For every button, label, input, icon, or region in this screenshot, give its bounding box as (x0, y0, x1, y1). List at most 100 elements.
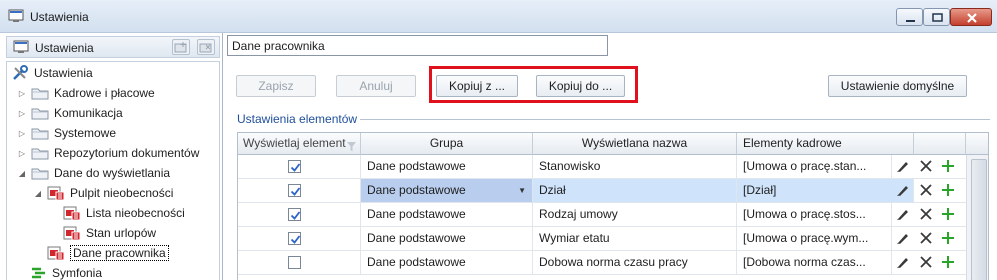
table-row[interactable]: Dane podstawowe Wymiar etatu [Umowa o pr… (238, 227, 988, 251)
display-name-cell[interactable]: Wymiar etatu (533, 227, 737, 250)
expand-icon[interactable]: ▷ (17, 149, 27, 158)
collapse-icon[interactable]: ◢ (33, 189, 43, 198)
add-plus-icon[interactable] (941, 255, 955, 272)
minimize-button[interactable] (896, 8, 923, 26)
edit-pencil-icon[interactable] (895, 255, 909, 272)
display-name-cell[interactable]: Dobowa norma czasu pracy (533, 251, 737, 274)
section-title: Ustawienia elementów (237, 112, 358, 126)
hr-elements-cell[interactable]: [Dobowa norma czas... (737, 251, 892, 274)
table-row[interactable]: Dane podstawowe Rodzaj umowy [Umowa o pr… (238, 203, 988, 227)
cancel-button[interactable]: Anuluj (336, 75, 416, 97)
tree-item-pulpit-nieobecnosci[interactable]: ◢ Pulpit nieobecności (33, 183, 173, 203)
expand-icon[interactable]: ▷ (17, 89, 27, 98)
delete-x-icon[interactable] (919, 231, 933, 248)
add-plus-icon[interactable] (941, 183, 955, 200)
tree-item-systemowe[interactable]: ▷ Systemowe (17, 123, 116, 143)
column-header-display-name[interactable]: Wyświetlana nazwa (533, 133, 737, 155)
vertical-scrollbar[interactable] (966, 155, 988, 280)
tree-item-komunikacja[interactable]: ▷ Komunikacja (17, 103, 123, 123)
column-header-group[interactable]: Grupa (361, 133, 533, 155)
display-cell (238, 251, 361, 274)
expand-icon[interactable]: ▷ (17, 129, 27, 138)
display-cell (238, 227, 361, 250)
default-settings-button[interactable]: Ustawienie domyślne (828, 75, 967, 97)
group-cell[interactable]: Dane podstawowe (361, 227, 533, 250)
close-button[interactable] (950, 8, 992, 26)
tree-header-label: Ustawienia (35, 41, 94, 55)
tree-item-symfonia[interactable]: Symfonia (31, 263, 102, 280)
group-combo[interactable]: Dane podstawowe ▼ (361, 179, 533, 202)
settings-page-icon (63, 225, 81, 241)
column-header-display[interactable]: Wyświetlaj element (238, 133, 361, 155)
tree-item-kadrowe[interactable]: ▷ Kadrowe i płacowe (17, 83, 155, 103)
table-row[interactable]: Dane podstawowe Dobowa norma czasu pracy… (238, 251, 988, 275)
display-cell (238, 203, 361, 226)
edit-pencil-icon[interactable] (895, 183, 909, 200)
new-folder-button[interactable] (172, 39, 190, 55)
tree-item-root[interactable]: Ustawienia (11, 63, 93, 83)
settings-tree: Ustawienia ▷ Kadrowe i płacowe ▷ Komunik… (6, 61, 220, 280)
chevron-down-icon[interactable]: ▼ (518, 179, 526, 202)
group-cell[interactable]: Dane podstawowe (361, 251, 533, 274)
delete-x-icon[interactable] (919, 207, 933, 224)
folder-icon (31, 106, 49, 120)
maximize-button[interactable] (923, 8, 950, 26)
group-cell[interactable]: Dane podstawowe (361, 155, 533, 178)
app-icon (8, 9, 24, 23)
delete-x-icon[interactable] (919, 183, 933, 200)
display-checkbox[interactable] (288, 160, 301, 173)
collapse-icon[interactable]: ◢ (17, 169, 27, 178)
scrollbar-thumb[interactable] (971, 159, 987, 280)
group-cell[interactable]: Dane podstawowe (361, 203, 533, 226)
delete-x-icon[interactable] (919, 159, 933, 176)
table-row[interactable]: Dane podstawowe Stanowisko [Umowa o prac… (238, 155, 988, 179)
display-name-cell[interactable]: Dział (533, 179, 737, 202)
display-checkbox[interactable] (288, 208, 301, 221)
copy-to-button[interactable]: Kopiuj do ... (536, 75, 625, 97)
section-divider (360, 119, 990, 120)
elements-grid: Wyświetlaj element Grupa Wyświetlana naz… (237, 132, 989, 280)
copy-from-button[interactable]: Kopiuj z ... (436, 75, 518, 97)
tree-item-lista-nieobecnosci[interactable]: Lista nieobecności (63, 203, 185, 223)
tree-item-dane-pracownika[interactable]: Dane pracownika (47, 243, 169, 263)
edit-pencil-icon[interactable] (895, 159, 909, 176)
delete-x-icon[interactable] (919, 255, 933, 272)
settings-page-icon (47, 245, 65, 261)
settings-name-field[interactable]: Dane pracownika (227, 35, 608, 56)
column-header-hr-elements[interactable]: Elementy kadrowe (737, 133, 914, 155)
folder-icon (31, 86, 49, 100)
add-plus-icon[interactable] (941, 207, 955, 224)
display-name-cell[interactable]: Rodzaj umowy (533, 203, 737, 226)
tree-item-repozytorium[interactable]: ▷ Repozytorium dokumentów (17, 143, 199, 163)
expand-icon[interactable]: ▷ (17, 109, 27, 118)
settings-page-icon (63, 205, 81, 221)
display-checkbox[interactable] (288, 256, 301, 269)
edit-pencil-icon[interactable] (895, 207, 909, 224)
delete-folder-button[interactable] (197, 39, 215, 55)
hr-elements-cell[interactable]: [Dział] (737, 179, 914, 202)
add-plus-icon[interactable] (941, 231, 955, 248)
title-bar: Ustawienia (0, 0, 997, 33)
table-row-selected[interactable]: Dane podstawowe ▼ Dział [Dział] (238, 179, 988, 203)
symfonia-icon (31, 266, 47, 280)
save-button[interactable]: Zapisz (236, 75, 316, 97)
hr-elements-cell[interactable]: [Umowa o pracę.wym... (737, 227, 892, 250)
folder-icon (31, 146, 49, 160)
hr-elements-cell[interactable]: [Umowa o pracę.stos... (737, 203, 892, 226)
tree-header: Ustawienia (6, 36, 220, 58)
tree-item-stan-urlopow[interactable]: Stan urlopów (63, 223, 156, 243)
display-checkbox[interactable] (288, 184, 301, 197)
settings-tree-panel: Ustawienia Ustawienia ▷ Kadrowe i płacow… (0, 33, 223, 280)
add-plus-icon[interactable] (941, 159, 955, 176)
settings-icon (13, 40, 29, 57)
tree-item-dane-do-wyswietlania[interactable]: ◢ Dane do wyświetlania (17, 163, 170, 183)
column-header-spacer (966, 133, 988, 155)
tools-icon (11, 65, 29, 81)
display-name-cell[interactable]: Stanowisko (533, 155, 737, 178)
display-checkbox[interactable] (288, 232, 301, 245)
settings-editor: Dane pracownika Zapisz Anuluj Kopiuj z .… (224, 33, 997, 280)
folder-icon (31, 126, 49, 140)
column-header-actions (914, 133, 966, 155)
edit-pencil-icon[interactable] (895, 231, 909, 248)
hr-elements-cell[interactable]: [Umowa o pracę.stan... (737, 155, 892, 178)
